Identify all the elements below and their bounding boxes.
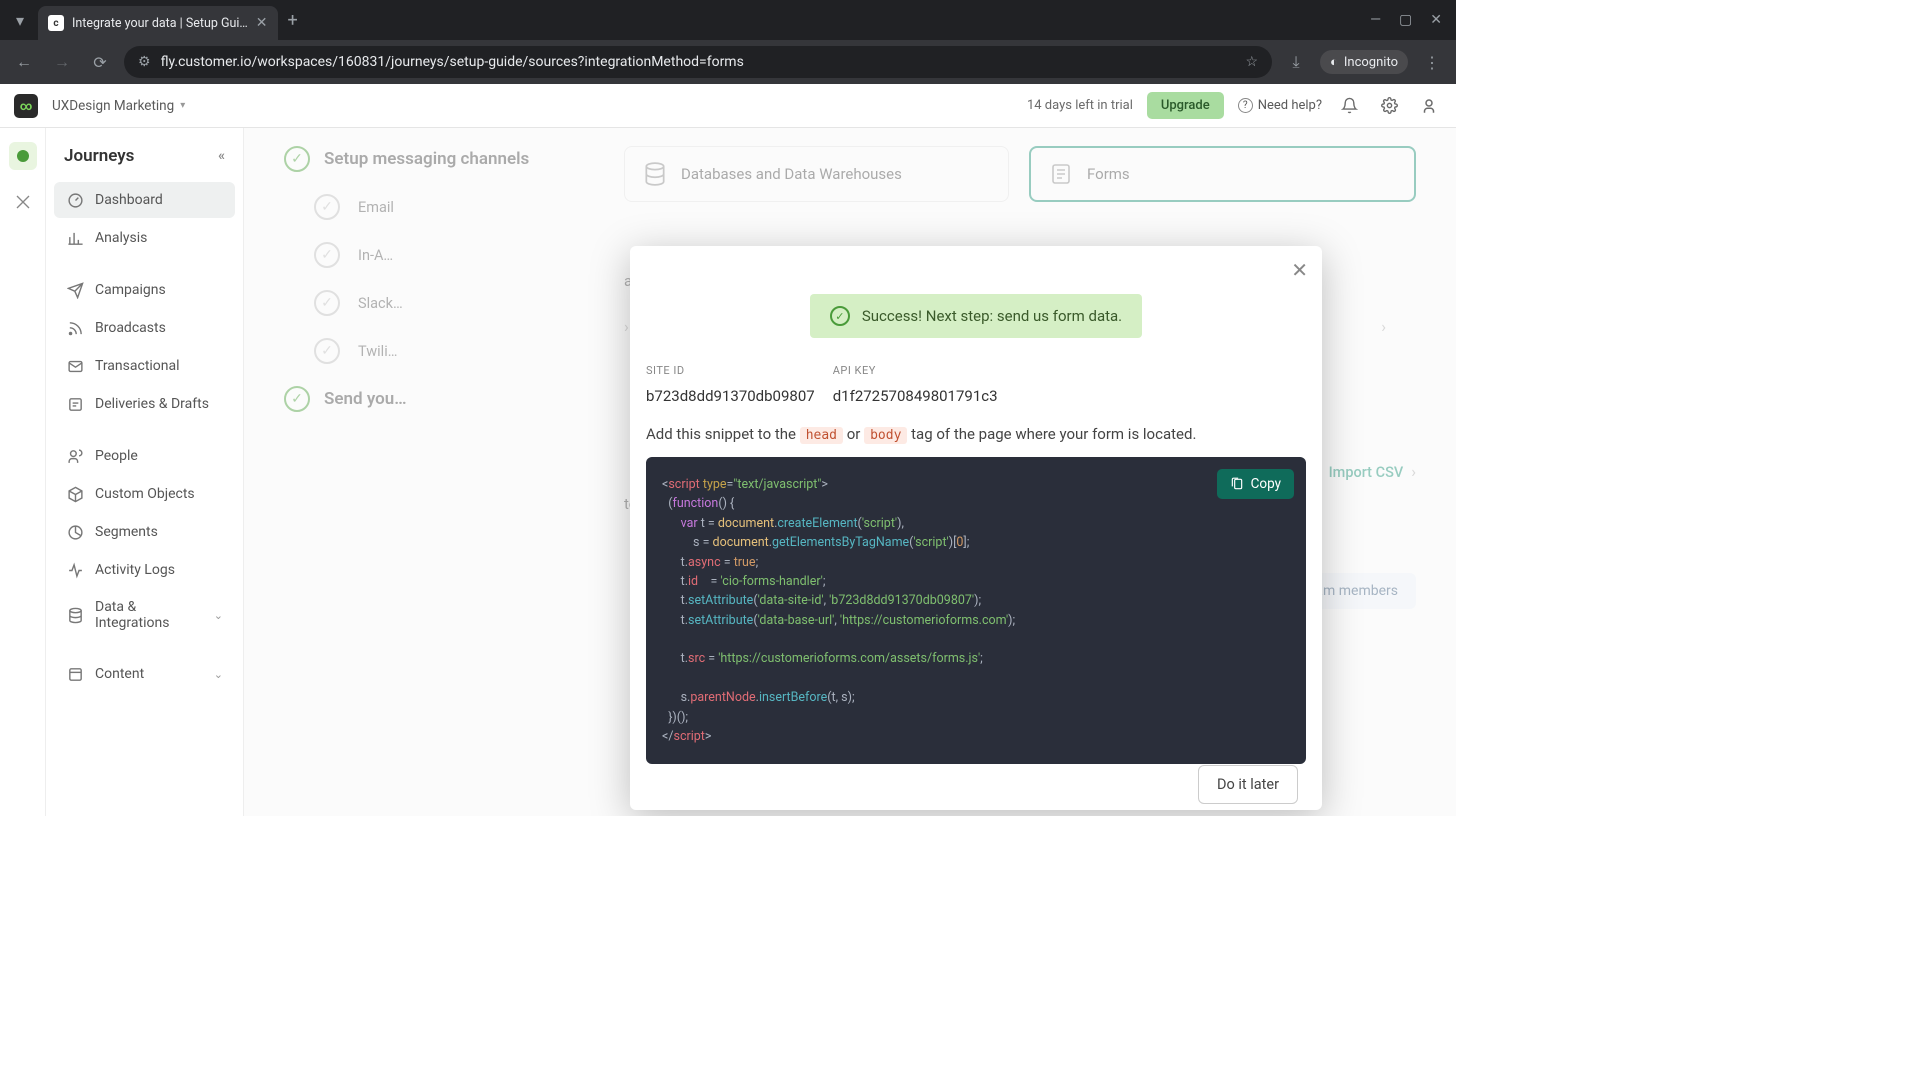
code-content[interactable]: <script type="text/javascript"> (functio…	[662, 475, 1290, 746]
site-id-value: b723d8dd91370db09807	[646, 387, 815, 405]
sidebar-item-transactional[interactable]: Transactional	[54, 348, 235, 384]
clipboard-icon	[1230, 477, 1244, 491]
database-icon	[66, 606, 84, 624]
tab-favicon: c	[48, 15, 64, 31]
sidebar-item-deliveries[interactable]: Deliveries & Drafts	[54, 386, 235, 422]
copy-button[interactable]: Copy	[1217, 469, 1294, 499]
sidebar-item-analysis[interactable]: Analysis	[54, 220, 235, 256]
browser-tab-strip: ▾ c Integrate your data | Setup Gui… ✕ +…	[0, 0, 1456, 40]
broadcast-icon	[66, 319, 84, 337]
sidebar-item-label: Analysis	[95, 230, 147, 246]
sidebar-item-custom-objects[interactable]: Custom Objects	[54, 476, 235, 512]
send-icon	[66, 281, 84, 299]
content-icon	[66, 665, 84, 683]
sidebar-item-label: People	[95, 448, 138, 464]
address-bar[interactable]: ⚙ fly.customer.io/workspaces/160831/jour…	[124, 46, 1272, 78]
settings-icon[interactable]	[1376, 93, 1402, 119]
code-snippet-box: Copy <script type="text/javascript"> (fu…	[646, 457, 1306, 764]
profile-icon[interactable]	[1416, 93, 1442, 119]
people-icon	[66, 447, 84, 465]
downloads-icon[interactable]: ⤓	[1282, 48, 1310, 76]
site-id-label: SITE ID	[646, 364, 815, 377]
rail-other-icon[interactable]	[9, 188, 37, 216]
rail-journeys-icon[interactable]	[9, 142, 37, 170]
sidebar-item-label: Content	[95, 666, 144, 682]
sidebar-item-content[interactable]: Content ⌄	[54, 656, 235, 692]
sidebar-item-label: Activity Logs	[95, 562, 175, 578]
browser-menu-icon[interactable]: ⋮	[1418, 48, 1446, 76]
mail-icon	[66, 357, 84, 375]
sidebar-item-label: Transactional	[95, 358, 180, 374]
sidebar-item-people[interactable]: People	[54, 438, 235, 474]
sidebar-item-label: Campaigns	[95, 282, 166, 298]
cube-icon	[66, 485, 84, 503]
activity-icon	[66, 561, 84, 579]
sidebar-item-dashboard[interactable]: Dashboard	[54, 182, 235, 218]
incognito-icon: ◐	[1330, 54, 1338, 70]
tab-title: Integrate your data | Setup Gui…	[72, 16, 248, 31]
browser-tab[interactable]: c Integrate your data | Setup Gui… ✕	[38, 6, 278, 40]
success-banner: ✓ Success! Next step: send us form data.	[810, 294, 1142, 338]
drafts-icon	[66, 395, 84, 413]
sidebar-item-data-integrations[interactable]: Data & Integrations ⌄	[54, 590, 235, 640]
notifications-icon[interactable]	[1336, 93, 1362, 119]
chart-icon	[66, 229, 84, 247]
forward-button[interactable]: →	[48, 48, 76, 76]
url-text: fly.customer.io/workspaces/160831/journe…	[161, 54, 1236, 70]
upgrade-button[interactable]: Upgrade	[1147, 92, 1224, 119]
chevron-down-icon: ⌄	[214, 609, 223, 622]
reload-button[interactable]: ⟳	[86, 48, 114, 76]
incognito-label: Incognito	[1344, 55, 1398, 70]
copy-label: Copy	[1251, 476, 1281, 492]
sidebar: Journeys « Dashboard Analysis Campaigns …	[46, 128, 244, 816]
sidebar-item-campaigns[interactable]: Campaigns	[54, 272, 235, 308]
tabs-dropdown[interactable]: ▾	[8, 8, 32, 32]
segments-icon	[66, 523, 84, 541]
snippet-description: Add this snippet to the head or body tag…	[646, 425, 1306, 443]
sidebar-item-label: Data & Integrations	[95, 599, 203, 631]
incognito-badge[interactable]: ◐ Incognito	[1320, 50, 1408, 74]
workspace-name: UXDesign Marketing	[52, 98, 174, 114]
sidebar-item-broadcasts[interactable]: Broadcasts	[54, 310, 235, 346]
product-rail	[0, 128, 46, 816]
back-button[interactable]: ←	[10, 48, 38, 76]
sidebar-title: Journeys «	[64, 146, 225, 166]
bookmark-icon[interactable]: ☆	[1245, 54, 1258, 70]
forms-snippet-modal: ✕ ✓ Success! Next step: send us form dat…	[630, 246, 1322, 810]
sidebar-collapse-icon[interactable]: «	[218, 148, 225, 164]
sidebar-item-label: Segments	[95, 524, 158, 540]
workspace-switcher[interactable]: UXDesign Marketing ▾	[52, 98, 185, 114]
success-text: Success! Next step: send us form data.	[862, 307, 1122, 325]
sidebar-item-segments[interactable]: Segments	[54, 514, 235, 550]
sidebar-item-label: Custom Objects	[95, 486, 195, 502]
gauge-icon	[66, 191, 84, 209]
minimize-icon[interactable]: —	[1370, 12, 1381, 28]
new-tab-button[interactable]: +	[288, 10, 298, 31]
check-icon: ✓	[830, 306, 850, 326]
sidebar-item-label: Deliveries & Drafts	[95, 396, 209, 412]
help-icon: ?	[1238, 98, 1253, 113]
window-close-icon[interactable]: ✕	[1430, 12, 1442, 28]
help-label: Need help?	[1258, 98, 1322, 113]
help-link[interactable]: ? Need help?	[1238, 98, 1322, 113]
head-tag-pill: head	[800, 427, 843, 444]
trial-status: 14 days left in trial	[1027, 98, 1133, 113]
app-header: ∞ UXDesign Marketing ▾ 14 days left in t…	[0, 84, 1456, 128]
sidebar-item-label: Broadcasts	[95, 320, 166, 336]
api-key-value: d1f272570849801791c3	[833, 387, 998, 405]
tab-close-icon[interactable]: ✕	[256, 15, 268, 31]
body-tag-pill: body	[864, 427, 907, 444]
maximize-icon[interactable]: ▢	[1399, 12, 1412, 28]
browser-toolbar: ← → ⟳ ⚙ fly.customer.io/workspaces/16083…	[0, 40, 1456, 84]
app-logo[interactable]: ∞	[14, 94, 38, 118]
do-it-later-button[interactable]: Do it later	[1198, 765, 1298, 804]
chevron-down-icon: ⌄	[214, 668, 223, 681]
main-content: ✓Setup messaging channels ✓Email ✓In-A… …	[244, 128, 1456, 816]
sidebar-item-activity-logs[interactable]: Activity Logs	[54, 552, 235, 588]
api-key-label: API KEY	[833, 364, 998, 377]
sidebar-item-label: Dashboard	[95, 192, 163, 208]
chevron-down-icon: ▾	[180, 100, 185, 111]
site-settings-icon[interactable]: ⚙	[138, 54, 151, 70]
